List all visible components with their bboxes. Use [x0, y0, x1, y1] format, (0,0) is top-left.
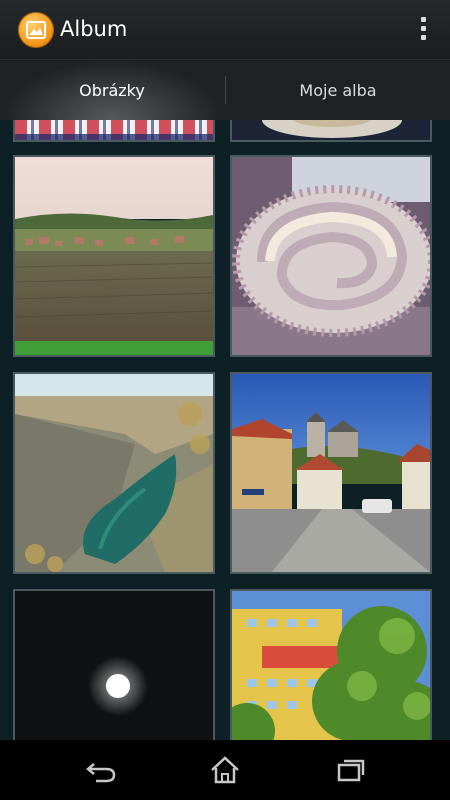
photo-cake-roll[interactable]	[230, 155, 432, 357]
tab-moje-alba[interactable]: Moje alba	[226, 60, 450, 120]
recent-apps-icon[interactable]	[330, 752, 370, 788]
photo-building-trees[interactable]	[230, 589, 432, 740]
photo-full-moon[interactable]	[13, 589, 215, 740]
album-app-icon[interactable]	[18, 12, 54, 48]
app-title: Album	[60, 17, 128, 41]
action-bar: Album	[0, 0, 450, 60]
photo-grid	[0, 120, 450, 740]
overflow-menu-icon[interactable]	[420, 17, 428, 45]
photo-icon	[26, 21, 46, 39]
photo-castle-street[interactable]	[230, 372, 432, 574]
navigation-bar	[0, 740, 450, 800]
home-icon[interactable]	[205, 752, 245, 788]
tab-bar: Obrázky Moje alba	[0, 60, 450, 120]
back-icon[interactable]	[82, 752, 122, 788]
photo-checkered-fabric[interactable]	[13, 120, 215, 142]
photo-village-landscape[interactable]	[13, 155, 215, 357]
photo-plate[interactable]	[230, 120, 432, 142]
photo-quarry-lake[interactable]	[13, 372, 215, 574]
tab-obrazky[interactable]: Obrázky	[0, 60, 224, 120]
